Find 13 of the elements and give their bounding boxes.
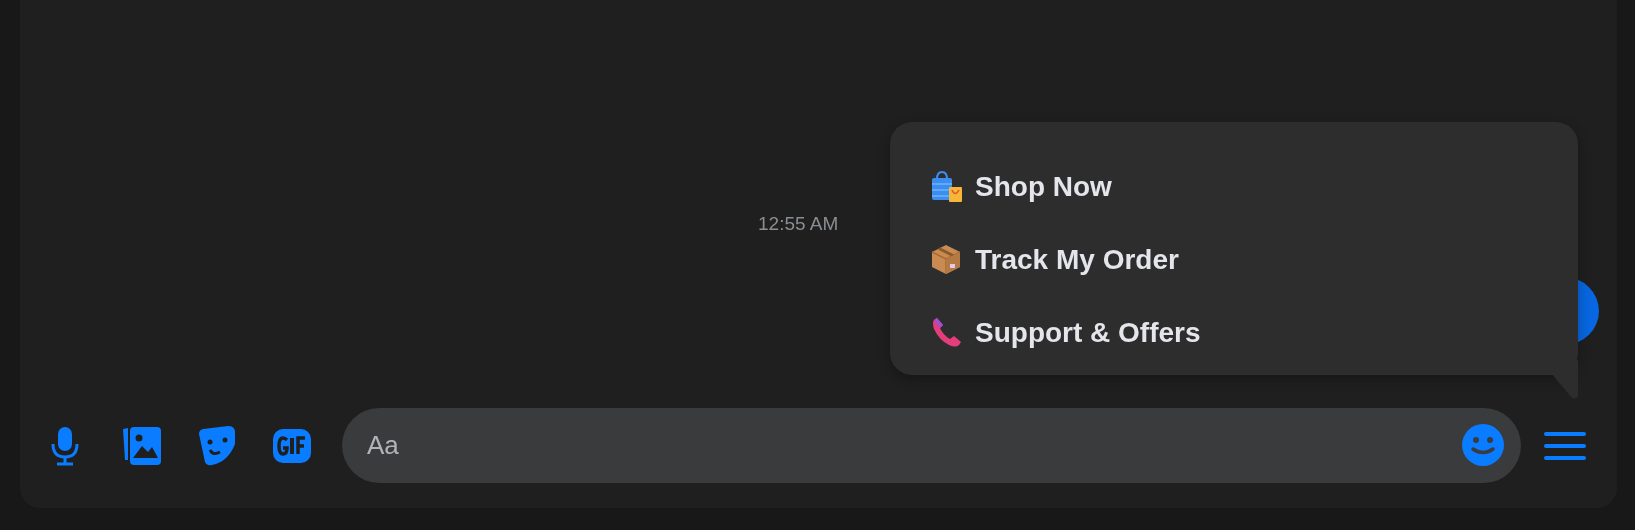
quick-reply-option[interactable]: Support & Offers: [975, 311, 1201, 354]
telephone-icon: [930, 316, 963, 349]
sticker-icon[interactable]: [198, 425, 236, 466]
emoji-icon[interactable]: [1461, 423, 1505, 467]
shopping-bags-icon: [930, 170, 963, 203]
message-field[interactable]: Aa: [342, 408, 1521, 483]
package-icon: [930, 243, 963, 276]
quick-reply-option[interactable]: Shop Now: [975, 165, 1112, 208]
microphone-icon[interactable]: [50, 425, 80, 466]
timestamp: 12:55 AM: [758, 212, 839, 236]
menu-icon[interactable]: [1544, 430, 1586, 461]
image-icon[interactable]: [122, 425, 162, 466]
quick-reply-option[interactable]: Track My Order: [975, 238, 1179, 281]
